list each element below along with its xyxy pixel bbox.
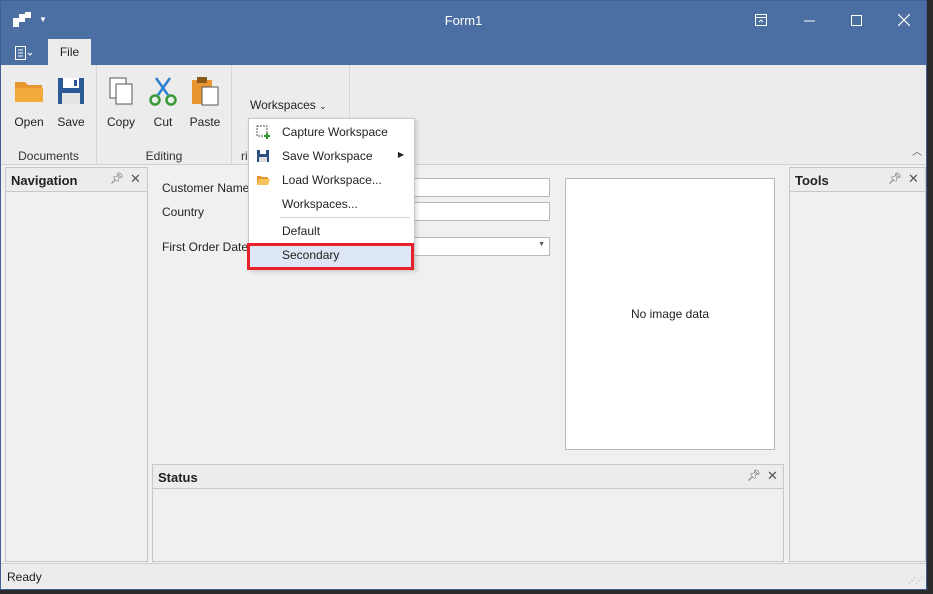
- paste-button-label: Paste: [189, 115, 221, 129]
- cut-button[interactable]: Cut: [143, 73, 183, 133]
- navigation-panel-title: Navigation: [11, 173, 78, 188]
- menu-item-label: Capture Workspace: [282, 125, 388, 139]
- menu-item-save-workspace[interactable]: Save Workspace ▶: [249, 144, 414, 168]
- ribbon-tab-row: File: [1, 39, 926, 65]
- background-desktop-bottom: [0, 590, 933, 594]
- close-window-button[interactable]: [881, 1, 926, 39]
- customer-name-label: Customer Name: [162, 181, 250, 195]
- copy-icon: [109, 77, 133, 105]
- copy-button[interactable]: Copy: [101, 73, 141, 133]
- ribbon: Open Save Documents Copy Cut Paste Editi…: [1, 65, 926, 165]
- workspaces-dropdown-label: Workspaces: [250, 98, 316, 112]
- title-bar: ▼ Form1: [1, 1, 926, 39]
- minimize-button[interactable]: [786, 1, 832, 39]
- menu-item-label: Load Workspace...: [282, 173, 382, 187]
- close-icon: [898, 14, 910, 26]
- application-menu-icon: [15, 46, 33, 60]
- tools-panel: Tools 📌︎ ✕: [789, 167, 926, 562]
- workspaces-dropdown-button[interactable]: Workspaces ⌄: [250, 98, 327, 112]
- ribbon-display-options-button[interactable]: [738, 1, 784, 39]
- tools-panel-header: Tools 📌︎ ✕: [790, 168, 925, 192]
- close-icon[interactable]: ✕: [130, 171, 141, 187]
- menu-item-capture-workspace[interactable]: Capture Workspace: [249, 120, 414, 144]
- status-text: Ready: [7, 570, 42, 584]
- copy-button-label: Copy: [106, 115, 135, 129]
- ribbon-group-editing: Copy Cut Paste Editing: [97, 65, 232, 165]
- menu-item-default[interactable]: Default: [249, 219, 414, 243]
- ribbon-display-icon: [755, 14, 767, 26]
- ribbon-group-documents: Open Save Documents: [1, 65, 97, 165]
- close-icon[interactable]: ✕: [908, 171, 919, 187]
- pin-icon[interactable]: 📌︎: [747, 469, 761, 482]
- cut-button-label: Cut: [153, 115, 173, 129]
- menu-separator: [280, 217, 410, 218]
- group-label-documents: Documents: [18, 149, 79, 163]
- tools-panel-title: Tools: [795, 173, 829, 188]
- paste-button[interactable]: Paste: [185, 73, 225, 133]
- submenu-arrow-icon: ▶: [397, 150, 404, 159]
- image-placeholder-text: No image data: [630, 307, 710, 321]
- menu-item-label: Default: [282, 224, 321, 238]
- chevron-down-icon[interactable]: ▼: [538, 241, 545, 248]
- tab-file[interactable]: File: [48, 39, 91, 65]
- menu-item-label: Save Workspace: [282, 149, 373, 163]
- folder-open-icon: [257, 176, 270, 185]
- main-window: ▼ Form1 File Open Save Documents Copy Cu…: [0, 0, 927, 590]
- customer-image-box[interactable]: No image data: [565, 178, 775, 450]
- application-menu-button[interactable]: [9, 43, 39, 63]
- close-icon[interactable]: ✕: [767, 468, 778, 484]
- status-panel: Status 📌︎ ✕: [152, 464, 784, 562]
- highlight-annotation-box: [247, 243, 414, 270]
- capture-icon: [256, 125, 270, 139]
- menu-item-workspaces[interactable]: Workspaces...: [249, 192, 414, 216]
- status-panel-header: Status 📌︎ ✕: [153, 465, 783, 489]
- save-button-label: Save: [57, 115, 85, 129]
- open-button-label: Open: [14, 115, 44, 129]
- paste-icon: [192, 77, 219, 106]
- maximize-button[interactable]: [833, 1, 879, 39]
- first-order-date-label: First Order Date: [162, 240, 249, 254]
- navigation-panel-header: Navigation 📌︎ ✕: [6, 168, 147, 192]
- menu-item-label: Workspaces...: [282, 197, 358, 211]
- floppy-icon: [58, 78, 84, 104]
- country-label: Country: [162, 205, 205, 219]
- folder-icon: [15, 82, 43, 102]
- size-grip-icon[interactable]: ⋰⋰: [908, 576, 923, 585]
- menu-item-load-workspace[interactable]: Load Workspace...: [249, 168, 414, 192]
- scissors-icon: [149, 77, 177, 106]
- status-panel-title: Status: [158, 470, 198, 485]
- open-button[interactable]: Open: [9, 73, 49, 133]
- pin-icon[interactable]: 📌︎: [110, 172, 124, 185]
- background-desktop: [927, 0, 933, 594]
- status-bar: Ready ⋰⋰: [1, 563, 926, 589]
- floppy-icon: [257, 150, 269, 162]
- group-label-editing: Editing: [145, 149, 183, 163]
- save-button[interactable]: Save: [51, 73, 91, 133]
- minimize-icon: [803, 20, 815, 21]
- navigation-panel: Navigation 📌︎ ✕: [5, 167, 148, 562]
- maximize-icon: [850, 14, 862, 26]
- chevron-down-icon: ⌄: [319, 101, 327, 111]
- pin-icon[interactable]: 📌︎: [888, 172, 902, 185]
- ribbon-collapse-icon[interactable]: ︿: [912, 143, 922, 158]
